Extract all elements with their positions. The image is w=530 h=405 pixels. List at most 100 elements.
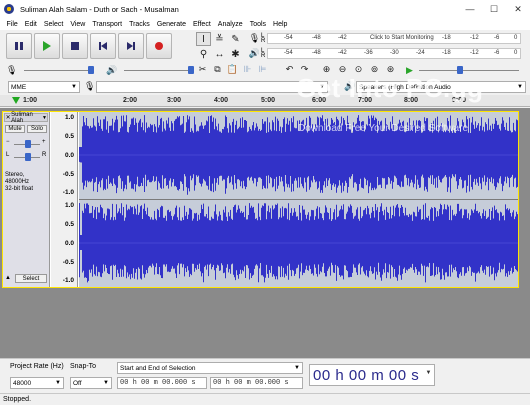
audio-position-display[interactable]: 00 h 00 m 00 s ▼ bbox=[309, 364, 435, 386]
pause-icon bbox=[15, 42, 23, 50]
playback-meter-scale[interactable]: -54 -48 -42 -36 -30 -24 -18 -12 -6 0 bbox=[267, 48, 521, 59]
fit-project-button[interactable]: ⊚ bbox=[368, 63, 381, 76]
solo-button[interactable]: Solo bbox=[27, 125, 47, 133]
close-button[interactable]: ✕ bbox=[506, 0, 530, 18]
vruler-tick: 0.0 bbox=[64, 152, 74, 159]
pan-control: L R bbox=[6, 152, 46, 162]
menu-analyze[interactable]: Analyze bbox=[214, 21, 246, 28]
waveform[interactable] bbox=[79, 112, 518, 287]
ruler-tick: 2:00 bbox=[123, 97, 138, 104]
track-name-bar[interactable]: ✕ Suliman Alah ▼ bbox=[4, 112, 48, 124]
chevron-down-icon[interactable]: ▼ bbox=[42, 115, 47, 121]
cut-button[interactable]: ✂ bbox=[196, 63, 209, 76]
select-button[interactable]: Select bbox=[15, 274, 47, 283]
skip-to-start-button[interactable] bbox=[90, 33, 116, 59]
recording-device-select[interactable]: ▼ bbox=[96, 81, 328, 93]
playback-meter[interactable]: 🔊 L R -54 -48 -42 -36 -30 -24 -18 -12 -6… bbox=[248, 47, 521, 60]
skip-to-end-button[interactable] bbox=[118, 33, 144, 59]
slider-thumb[interactable] bbox=[25, 140, 31, 148]
play-icon bbox=[43, 41, 51, 51]
status-bar: Stopped. bbox=[0, 393, 530, 405]
draw-tool[interactable]: ✎ bbox=[228, 32, 243, 46]
menu-file[interactable]: File bbox=[3, 21, 21, 28]
menu-transport[interactable]: Transport bbox=[89, 21, 126, 28]
gain-plus-icon: + bbox=[42, 139, 46, 145]
track-bitdepth: 32-bit float bbox=[5, 186, 34, 192]
maximize-button[interactable]: ☐ bbox=[482, 0, 506, 18]
asterisk-icon: ✱ bbox=[231, 48, 240, 60]
audio-host-select[interactable]: MME ▼ bbox=[8, 81, 80, 93]
mute-button[interactable]: Mute bbox=[5, 125, 25, 133]
multi-tool[interactable]: ✱ bbox=[228, 47, 243, 61]
track-name[interactable]: Suliman Alah bbox=[11, 112, 42, 124]
ruler-tick: 5:00 bbox=[261, 97, 276, 104]
record-button[interactable] bbox=[146, 33, 172, 59]
menu-view[interactable]: View bbox=[67, 21, 89, 28]
selection-start-time[interactable]: 00 h 00 m 00.000 s bbox=[117, 377, 207, 389]
menu-tracks[interactable]: Tracks bbox=[126, 21, 154, 28]
pan-slider[interactable] bbox=[14, 153, 40, 161]
vertical-ruler[interactable]: 1.0 0.5 0.0 -0.5 -1.0 1.0 0.5 0.0 -0.5 -… bbox=[51, 112, 78, 287]
menu-effect[interactable]: Effect bbox=[190, 21, 215, 28]
play-button[interactable] bbox=[34, 33, 60, 59]
undo-icon: ↶ bbox=[285, 64, 294, 74]
meter-tick: -12 bbox=[470, 50, 479, 56]
gain-slider[interactable] bbox=[14, 140, 40, 148]
snap-to-select[interactable]: Off ▼ bbox=[70, 377, 112, 389]
selection-mode-value: Start and End of Selection bbox=[120, 364, 196, 372]
record-meter[interactable]: 🎙 L R -54 -48 -42 Click to Start Monitor… bbox=[248, 32, 521, 45]
selection-mode-select[interactable]: Start and End of Selection ▼ bbox=[117, 362, 303, 374]
undo-button[interactable]: ↶ bbox=[283, 63, 296, 76]
track-panel[interactable]: ✕ Suliman Alah ▼ Mute Solo − + L R Stere… bbox=[0, 108, 530, 358]
menu-select[interactable]: Select bbox=[40, 21, 66, 28]
slider-thumb[interactable] bbox=[25, 153, 31, 161]
trim-icon: ⊪ bbox=[243, 64, 252, 74]
play-speed-slider[interactable] bbox=[418, 65, 519, 74]
selection-end-time[interactable]: 00 h 00 m 00.000 s bbox=[210, 377, 303, 389]
zoom-in-button[interactable]: ⊕ bbox=[320, 63, 333, 76]
window-title: Suliman Alah Salam - Duth or Sach - Musa… bbox=[20, 4, 179, 14]
project-rate-select[interactable]: 48000 ▼ bbox=[10, 377, 64, 389]
redo-button[interactable]: ↷ bbox=[298, 63, 311, 76]
playback-device-select[interactable]: Speakers (High Definition Audio ▼ bbox=[356, 81, 526, 93]
pause-button[interactable] bbox=[6, 33, 32, 59]
trim-button[interactable]: ⊪ bbox=[241, 63, 254, 76]
audacity-logo-icon bbox=[4, 4, 14, 14]
menu-help[interactable]: Help bbox=[270, 21, 291, 28]
fit-selection-button[interactable]: ⊙ bbox=[352, 63, 365, 76]
menu-generate[interactable]: Generate bbox=[153, 21, 189, 28]
time-shift-tool[interactable]: ↔ bbox=[212, 47, 227, 61]
zoom-tool[interactable]: ⚲ bbox=[196, 47, 211, 61]
slider-thumb[interactable] bbox=[88, 65, 94, 74]
zoom-out-button[interactable]: ⊖ bbox=[336, 63, 349, 76]
zoom-toggle-button[interactable]: ⊛ bbox=[384, 63, 397, 76]
copy-button[interactable]: ⧉ bbox=[211, 63, 224, 76]
audio-track[interactable]: ✕ Suliman Alah ▼ Mute Solo − + L R Stere… bbox=[2, 111, 519, 288]
minimize-button[interactable]: — bbox=[458, 0, 482, 18]
silence-icon: ⊫ bbox=[258, 64, 267, 74]
chevron-down-icon[interactable]: ▼ bbox=[426, 370, 432, 376]
silence-button[interactable]: ⊫ bbox=[256, 63, 269, 76]
microphone-icon: 🎙 bbox=[248, 33, 261, 43]
timeline-ruler[interactable]: 1:00 2:00 3:00 4:00 5:00 6:00 7:00 8:00 … bbox=[0, 95, 530, 107]
menu-tools[interactable]: Tools bbox=[246, 21, 269, 28]
playback-volume-slider[interactable] bbox=[124, 65, 194, 74]
meter-tick: -18 bbox=[442, 35, 451, 41]
waveform-display[interactable] bbox=[79, 112, 518, 287]
record-meter-scale[interactable]: -54 -48 -42 Click to Start Monitoring -1… bbox=[267, 33, 521, 44]
chevron-down-icon: ▼ bbox=[319, 84, 325, 90]
menu-edit[interactable]: Edit bbox=[21, 21, 40, 28]
ruler-tick: 1:00 bbox=[23, 97, 38, 104]
recording-volume-slider[interactable] bbox=[24, 65, 94, 74]
stop-button[interactable] bbox=[62, 33, 88, 59]
magnifier-icon: ⚲ bbox=[199, 48, 208, 60]
paste-button[interactable]: 📋 bbox=[226, 63, 239, 76]
slider-thumb[interactable] bbox=[456, 65, 463, 74]
click-to-start-monitoring[interactable]: Click to Start Monitoring bbox=[370, 35, 434, 41]
slider-thumb[interactable] bbox=[188, 65, 194, 74]
redo-icon: ↷ bbox=[300, 64, 309, 74]
play-at-speed: ▶ bbox=[406, 63, 519, 77]
selection-tool[interactable]: I bbox=[196, 32, 211, 46]
envelope-tool[interactable]: ≚ bbox=[212, 32, 227, 46]
collapse-icon[interactable]: ▲ bbox=[5, 275, 11, 281]
